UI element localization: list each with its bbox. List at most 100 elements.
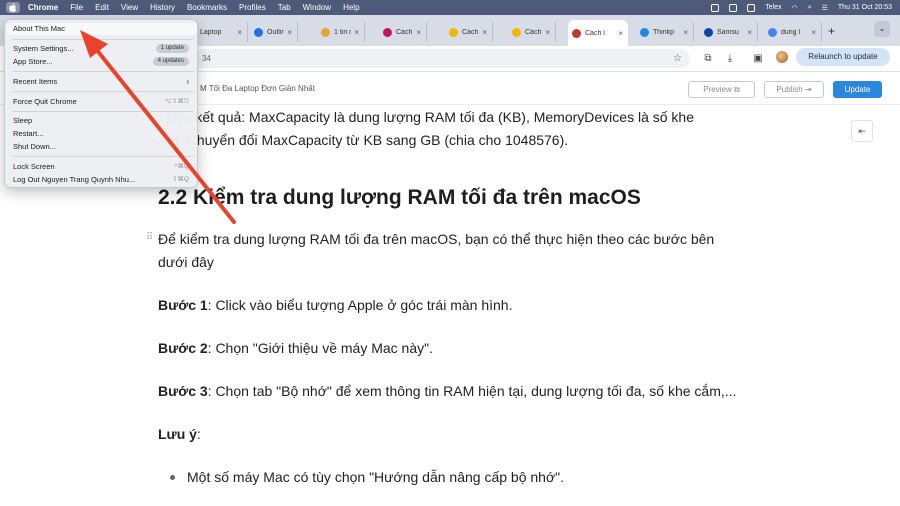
update-count-badge: 4 updates	[152, 57, 189, 66]
menu-help[interactable]: Help	[343, 3, 359, 12]
submenu-chevron-icon: ›	[186, 77, 189, 86]
google-favicon-icon	[768, 27, 777, 37]
status-display-icon[interactable]	[729, 3, 738, 12]
bookmark-star-icon[interactable]: ☆	[673, 49, 682, 68]
menu-edit[interactable]: Edit	[95, 3, 109, 12]
shortcut-hint: ⌥⇧⌘⎋	[164, 98, 189, 105]
intro-paragraph-line2: dưới đây	[158, 254, 214, 270]
tab-search-chevron-icon[interactable]: ⌄	[874, 21, 890, 37]
menu-shut-down[interactable]: Shut Down...	[13, 141, 193, 153]
collapse-panel-icon[interactable]: ⇤	[851, 120, 873, 142]
menu-profiles[interactable]: Profiles	[239, 3, 266, 12]
menu-log-out[interactable]: Log Out Nguyen Trang Quynh Nhu... ⇧⌘Q	[13, 174, 193, 186]
apple-menu-icon[interactable]	[6, 2, 20, 13]
tab-laptop[interactable]: Laptop ×	[196, 22, 248, 42]
tab-google-search[interactable]: dung l ×	[764, 22, 822, 42]
note-text: :	[196, 426, 201, 442]
status-network-icon[interactable]	[747, 3, 756, 12]
close-icon[interactable]: ×	[354, 28, 359, 37]
input-method-label[interactable]: Telex	[765, 4, 781, 11]
docs-favicon-icon	[254, 27, 263, 37]
tab-outline[interactable]: Outlin ×	[250, 22, 298, 42]
step-1-text: : Click vào biểu tượng Apple ở góc trái …	[207, 297, 513, 313]
update-button[interactable]: Update	[833, 81, 882, 98]
tab-messages[interactable]: 1 tin nh×	[317, 22, 365, 42]
menu-item-label: App Store...	[13, 57, 53, 66]
paragraph-read-result: : Đọc kết quả: MaxCapacity là dung lượng…	[158, 106, 694, 129]
site-favicon-icon	[512, 27, 521, 37]
wifi-icon[interactable]: ◠	[792, 4, 798, 12]
apple-dropdown-menu: About This Mac System Settings... 1 upda…	[4, 19, 198, 188]
menu-app-name[interactable]: Chrome	[28, 3, 58, 12]
menu-tab[interactable]: Tab	[278, 3, 291, 12]
menu-file[interactable]: File	[70, 3, 83, 12]
tab-cach-active[interactable]: Cách l ×	[568, 20, 628, 46]
address-bar[interactable]: 34 ☆	[120, 49, 690, 68]
menu-item-label: Lock Screen	[13, 162, 55, 171]
tab-thinkpad[interactable]: Thinkp ×	[636, 22, 694, 42]
step-3-label: Bước 3	[158, 383, 208, 399]
site-favicon-icon	[449, 27, 458, 37]
tab-label: Laptop	[200, 28, 222, 36]
extensions-puzzle-icon[interactable]: ⧉	[702, 53, 714, 65]
tab-label: Cách k	[462, 28, 479, 36]
menu-view[interactable]: View	[121, 3, 138, 12]
tab-cach-1[interactable]: Cách t×	[379, 22, 427, 42]
close-icon[interactable]: ×	[618, 29, 623, 38]
menu-system-settings[interactable]: System Settings... 1 update	[13, 43, 193, 55]
close-icon[interactable]: ×	[416, 28, 421, 37]
menu-about-this-mac[interactable]: About This Mac	[7, 23, 197, 35]
menu-item-label: System Settings...	[13, 44, 74, 53]
bullet-dot	[170, 475, 175, 480]
menu-bookmarks[interactable]: Bookmarks	[187, 3, 227, 12]
publish-button[interactable]: Publish ⇥	[764, 81, 824, 98]
tab-samsung[interactable]: Samsu ×	[700, 22, 758, 42]
close-icon[interactable]: ×	[683, 28, 688, 37]
control-center-icon[interactable]: ☰	[822, 4, 828, 12]
close-icon[interactable]: ×	[747, 28, 752, 37]
publish-label: Publish	[776, 85, 803, 94]
menu-item-label: Recent Items	[13, 77, 58, 86]
menu-window[interactable]: Window	[303, 3, 331, 12]
close-icon[interactable]: ×	[545, 28, 550, 37]
menu-item-label: Log Out Nguyen Trang Quynh Nhu...	[13, 175, 136, 184]
close-icon[interactable]: ×	[811, 28, 816, 37]
menu-sleep[interactable]: Sleep	[13, 115, 193, 127]
step-1-paragraph: Bước 1: Click vào biểu tượng Apple ở góc…	[158, 294, 512, 317]
menu-recent-items[interactable]: Recent Items ›	[13, 76, 193, 88]
sidepanel-icon[interactable]: ▣	[752, 53, 764, 65]
search-icon[interactable]: ⌕	[808, 4, 812, 12]
download-icon[interactable]: ⤓	[724, 53, 736, 65]
step-1-label: Bước 1	[158, 297, 208, 313]
menubar-clock[interactable]: Thu 31 Oct 20:53	[838, 4, 892, 11]
menu-lock-screen[interactable]: Lock Screen ^⌘Q	[13, 161, 193, 173]
menu-restart[interactable]: Restart...	[13, 128, 193, 140]
profile-avatar[interactable]	[776, 51, 788, 63]
step-2-label: Bước 2	[158, 340, 208, 356]
preview-label: Preview	[703, 85, 732, 94]
menu-force-quit[interactable]: Force Quit Chrome ⌥⇧⌘⎋	[13, 96, 193, 108]
menu-separator	[13, 156, 193, 157]
url-text: 34	[202, 54, 211, 63]
drag-handle-icon[interactable]: ⠿	[146, 232, 153, 243]
section-heading: 2.2 Kiểm tra dung lượng RAM tối đa trên …	[158, 186, 641, 209]
close-icon[interactable]: ×	[287, 28, 292, 37]
step-2-text: : Chọn "Giới thiệu về máy Mac này".	[207, 340, 433, 356]
close-icon[interactable]: ×	[482, 28, 487, 37]
status-extension-icon[interactable]	[711, 3, 720, 12]
tab-cach-3[interactable]: Cách k×	[508, 22, 556, 42]
menu-item-label: Force Quit Chrome	[13, 97, 77, 106]
paragraph-text: Đọc kết quả: MaxCapacity là dung lượng R…	[162, 109, 694, 125]
relaunch-to-update-button[interactable]: Relaunch to update	[796, 48, 890, 66]
close-icon[interactable]: ×	[237, 28, 242, 37]
menu-history[interactable]: History	[150, 3, 175, 12]
menu-app-store[interactable]: App Store... 4 updates	[13, 56, 193, 68]
preview-button[interactable]: Preview ⧉	[688, 81, 755, 98]
tab-label: Cách t	[396, 28, 413, 36]
new-tab-plus-icon[interactable]: +	[828, 24, 835, 38]
paragraph-convert: AM. Chuyển đổi MaxCapacity từ KB sang GB…	[158, 132, 569, 148]
step-3-paragraph: Bước 3: Chọn tab "Bộ nhớ" để xem thông t…	[158, 380, 736, 403]
step-2-paragraph: Bước 2: Chọn "Giới thiệu về máy Mac này"…	[158, 337, 433, 360]
tab-cach-2[interactable]: Cách k×	[445, 22, 493, 42]
menu-separator	[13, 91, 193, 92]
